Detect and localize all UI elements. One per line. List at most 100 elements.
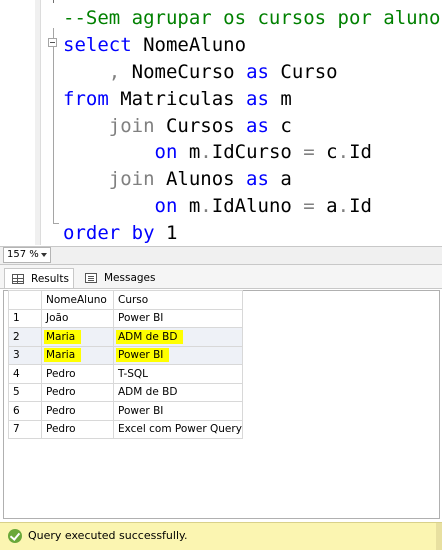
tab-messages-label: Messages (104, 272, 156, 284)
editor-status-strip: 157 % (0, 246, 442, 265)
code-line[interactable]: on m.IdCurso = c.Id (63, 139, 441, 166)
sql-token: Id (349, 195, 372, 218)
sql-token: Id (349, 141, 372, 164)
sql-keyword: from (63, 87, 109, 110)
code-line[interactable]: join Alunos as a (63, 166, 441, 193)
nomealuno-cell[interactable]: Pedro (41, 401, 114, 421)
sql-keyword: as (246, 60, 269, 83)
sql-token: m (268, 87, 292, 110)
sql-token: Cursos (154, 114, 247, 137)
sql-token: Curso (268, 60, 338, 83)
tab-messages[interactable]: Messages (78, 268, 156, 289)
code-line[interactable]: order by 1 (63, 220, 441, 245)
sql-keyword: as (246, 168, 269, 191)
sql-operator: . (200, 141, 212, 164)
sql-token: c (314, 141, 338, 164)
table-row[interactable]: 2 Maria ADM de BD (8, 327, 243, 347)
outline-marker (53, 0, 54, 3)
curso-cell[interactable]: Power BI (113, 401, 243, 421)
table-row[interactable]: 5 Pedro ADM de BD (8, 382, 243, 402)
sql-operator: join (108, 168, 155, 191)
sql-operator: , (108, 60, 121, 83)
zoom-dropdown[interactable]: 157 % (3, 247, 51, 263)
curso-cell[interactable]: Power BI (113, 345, 243, 365)
table-row[interactable]: 3 Maria Power BI (8, 345, 243, 365)
sql-keyword: as (246, 87, 269, 110)
table-row[interactable]: 6 Pedro Power BI (8, 401, 243, 421)
row-number-cell[interactable]: 2 (8, 327, 42, 347)
sql-token: m (177, 141, 201, 164)
code-line[interactable]: , NomeCurso as Curso (63, 59, 441, 86)
results-grid[interactable]: NomeAluno Curso 1 João Power BI 2 Maria ADM d… (8, 290, 243, 439)
sql-keyword: select (63, 33, 132, 56)
code-line[interactable]: --Sem agrupar os cursos por aluno (63, 5, 441, 32)
nomealuno-cell[interactable]: Pedro (41, 382, 114, 402)
results-tab-bar: Results Messages (0, 265, 442, 289)
nomealuno-cell[interactable]: Maria (41, 345, 114, 365)
row-number-cell[interactable]: 3 (8, 345, 42, 365)
tab-results-label: Results (31, 273, 69, 285)
code-line[interactable]: join Cursos as c (63, 113, 441, 140)
sql-token: m (177, 195, 201, 218)
sql-keyword: on (154, 141, 178, 164)
row-number-header[interactable] (8, 290, 42, 310)
sql-token: NomeCurso (120, 60, 247, 83)
outline-end (53, 223, 59, 224)
status-message: Query executed successfully. (28, 529, 188, 542)
curso-cell[interactable]: ADM de BD (113, 382, 243, 402)
curso-cell[interactable]: Power BI (113, 308, 243, 328)
sql-token: a (268, 168, 292, 191)
zoom-value: 157 % (7, 249, 39, 260)
nomealuno-cell[interactable]: Pedro (41, 364, 114, 384)
table-row[interactable]: 1 João Power BI (8, 308, 243, 328)
change-tracking-bar (35, 0, 41, 245)
sql-token: c (268, 114, 292, 137)
sql-keyword: as (246, 114, 269, 137)
highlighted-value: Maria (44, 329, 82, 344)
results-pane: NomeAluno Curso 1 João Power BI 2 Maria ADM d… (0, 288, 442, 522)
row-number-cell[interactable]: 6 (8, 401, 42, 421)
curso-cell[interactable]: Excel com Power Query (113, 419, 243, 439)
row-number-cell[interactable]: 7 (8, 419, 42, 439)
sql-keyword: on (154, 195, 178, 218)
nomealuno-cell[interactable]: João (41, 308, 114, 328)
code-line[interactable]: select NomeAluno (63, 32, 441, 59)
check-circle-icon (8, 529, 22, 543)
sql-operator: = (303, 141, 315, 164)
status-bar: Query executed successfully. (0, 522, 442, 550)
sql-keyword: order (63, 222, 121, 245)
grid-header-row: NomeAluno Curso (8, 290, 243, 310)
sql-operator: = (303, 195, 315, 218)
sql-token: Alunos (154, 168, 247, 191)
query-editor[interactable]: --Sem agrupar os cursos por aluno select … (0, 0, 442, 245)
sql-token: IdAluno (211, 195, 304, 218)
sql-operator: . (337, 141, 350, 164)
status-bar-edge (436, 523, 442, 550)
code-line[interactable]: from Matriculas as m (63, 86, 441, 113)
row-number-cell[interactable]: 1 (8, 308, 42, 328)
code-line[interactable]: on m.IdAluno = a.Id (63, 193, 441, 220)
sql-token: Matriculas (108, 87, 247, 110)
sql-code[interactable]: --Sem agrupar os cursos por aluno select … (63, 5, 441, 245)
sql-token: a (314, 195, 338, 218)
curso-cell[interactable]: T-SQL (113, 364, 243, 384)
outline-line (53, 28, 54, 224)
table-row[interactable]: 4 Pedro T-SQL (8, 364, 243, 384)
nomealuno-cell[interactable]: Pedro (41, 419, 114, 439)
sql-token: NomeAluno (131, 33, 247, 56)
messages-icon (85, 273, 97, 283)
row-number-cell[interactable]: 5 (8, 382, 42, 402)
row-number-cell[interactable]: 4 (8, 364, 42, 384)
sql-token: 1 (154, 222, 178, 245)
highlighted-value: Maria (44, 348, 82, 363)
nomealuno-cell[interactable]: Maria (41, 327, 114, 347)
column-header-curso[interactable]: Curso (113, 290, 243, 310)
curso-cell[interactable]: ADM de BD (113, 327, 243, 347)
table-row[interactable]: 7 Pedro Excel com Power Query (8, 419, 243, 439)
chevron-down-icon (41, 253, 47, 257)
column-header-nomealuno[interactable]: NomeAluno (41, 290, 114, 310)
collapse-icon[interactable] (48, 38, 57, 47)
tab-results[interactable]: Results (4, 268, 74, 289)
